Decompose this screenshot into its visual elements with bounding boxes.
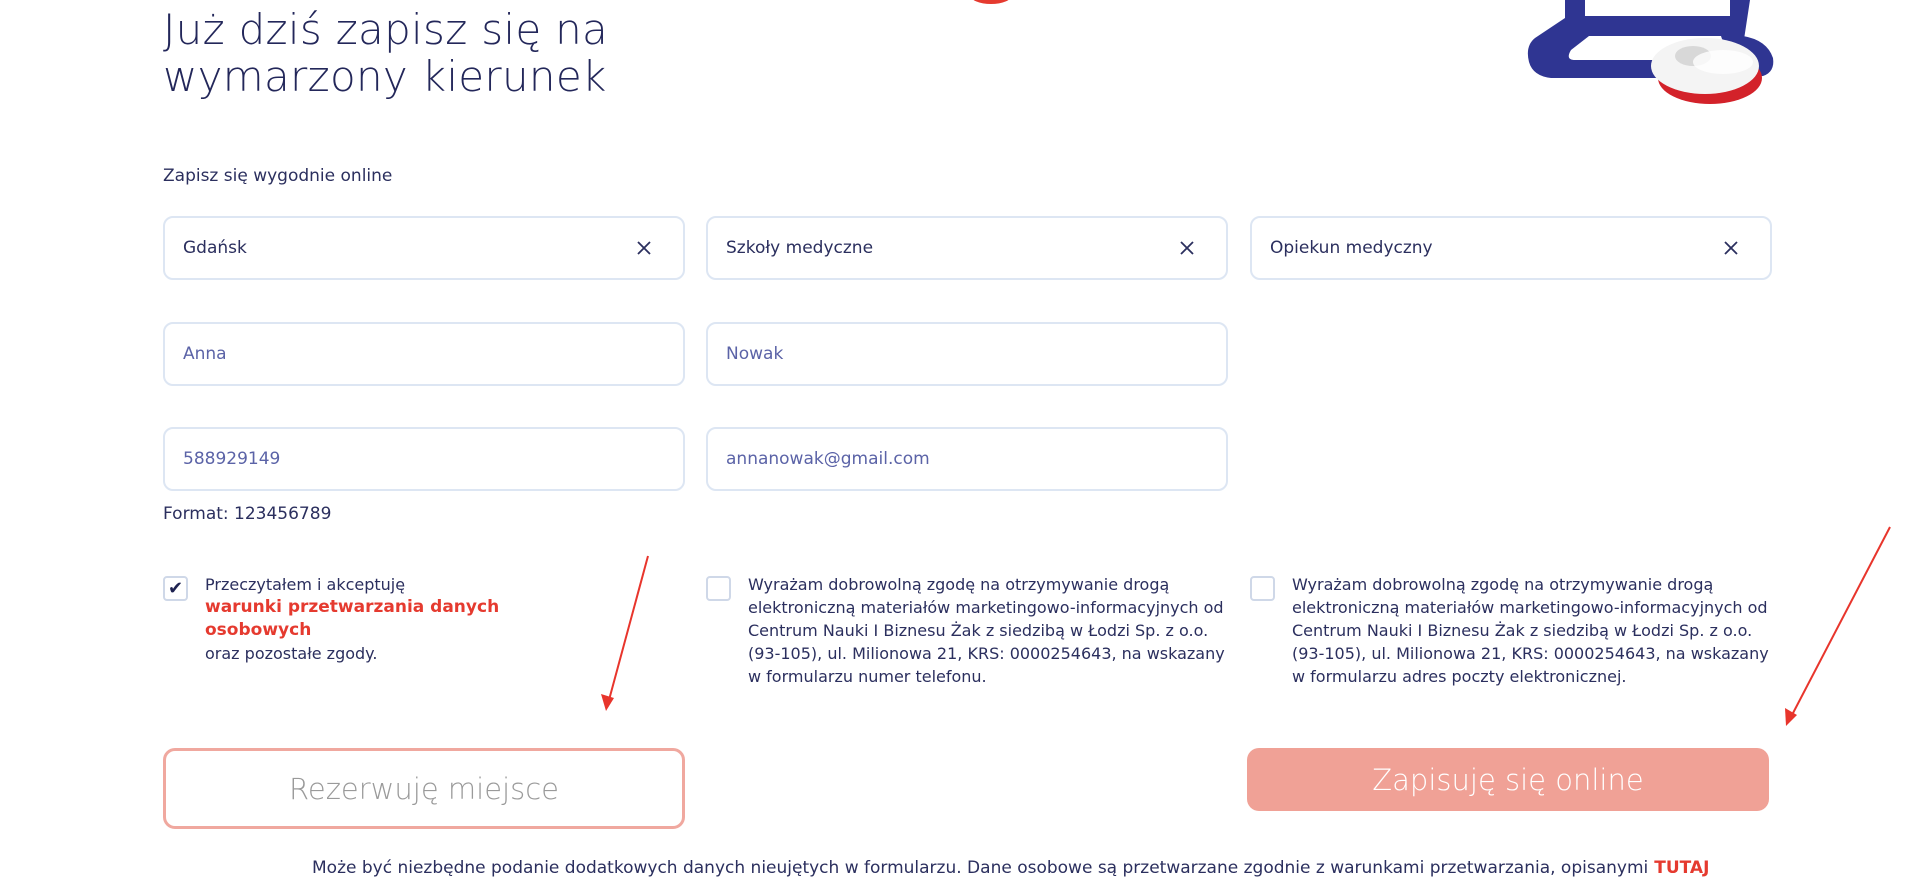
decorative-arc <box>970 0 1012 4</box>
computer-mouse-illustration <box>1527 0 1774 104</box>
phone-field-wrap <box>163 427 685 491</box>
footer-tutaj-link[interactable]: TUTAJ <box>1654 858 1709 878</box>
consent-marketing-phone-text: Wyrażam dobrowolną zgodę na otrzymywanie… <box>748 575 1225 686</box>
first-name-input[interactable] <box>183 344 665 364</box>
school-type-select-value: Szkoły medyczne <box>726 238 874 258</box>
close-icon[interactable] <box>1176 237 1198 259</box>
email-field-wrap <box>706 427 1228 491</box>
red-arrow <box>1785 526 1891 726</box>
last-name-input[interactable] <box>726 344 1208 364</box>
page-title: Już dziś zapisz się na wymarzony kierune… <box>163 5 609 101</box>
consent-terms-line1: Przeczytałem i akceptuję <box>205 575 406 594</box>
signup-online-button[interactable]: Zapisuję się online <box>1247 748 1769 811</box>
footer-note: Może być niezbędne podanie dodatkowych d… <box>312 858 1709 878</box>
red-arrow <box>601 555 649 711</box>
course-select-value: Opiekun medyczny <box>1270 238 1433 258</box>
consent-terms-text: Przeczytałem i akceptuję warunki przetwa… <box>205 573 593 665</box>
privacy-terms-link[interactable]: warunki przetwarzania danych osobowych <box>205 596 593 642</box>
check-icon: ✔ <box>167 578 184 599</box>
consent-terms-line2: oraz pozostałe zgody. <box>205 644 378 663</box>
consent-marketing-phone: Wyrażam dobrowolną zgodę na otrzymywanie… <box>706 573 1226 688</box>
last-name-field-wrap <box>706 322 1228 386</box>
consent-marketing-email-text: Wyrażam dobrowolną zgodę na otrzymywanie… <box>1292 575 1769 686</box>
phone-input[interactable] <box>183 449 665 469</box>
course-select[interactable]: Opiekun medyczny <box>1250 216 1772 280</box>
footer-note-text: Może być niezbędne podanie dodatkowych d… <box>312 858 1649 878</box>
consent-marketing-email: Wyrażam dobrowolną zgodę na otrzymywanie… <box>1250 573 1770 688</box>
city-select-value: Gdańsk <box>183 238 247 258</box>
school-type-select[interactable]: Szkoły medyczne <box>706 216 1228 280</box>
email-input[interactable] <box>726 449 1208 469</box>
first-name-field-wrap <box>163 322 685 386</box>
consent-marketing-phone-checkbox[interactable] <box>706 576 731 601</box>
consent-marketing-email-checkbox[interactable] <box>1250 576 1275 601</box>
consent-terms: ✔ Przeczytałem i akceptuję warunki przet… <box>163 573 593 665</box>
city-select[interactable]: Gdańsk <box>163 216 685 280</box>
reserve-button[interactable]: Rezerwuję miejsce <box>163 748 685 829</box>
consent-terms-checkbox[interactable]: ✔ <box>163 576 188 601</box>
form-subtitle: Zapisz się wygodnie online <box>163 166 393 186</box>
close-icon[interactable] <box>1720 237 1742 259</box>
phone-format-hint: Format: 123456789 <box>163 504 332 524</box>
close-icon[interactable] <box>633 237 655 259</box>
